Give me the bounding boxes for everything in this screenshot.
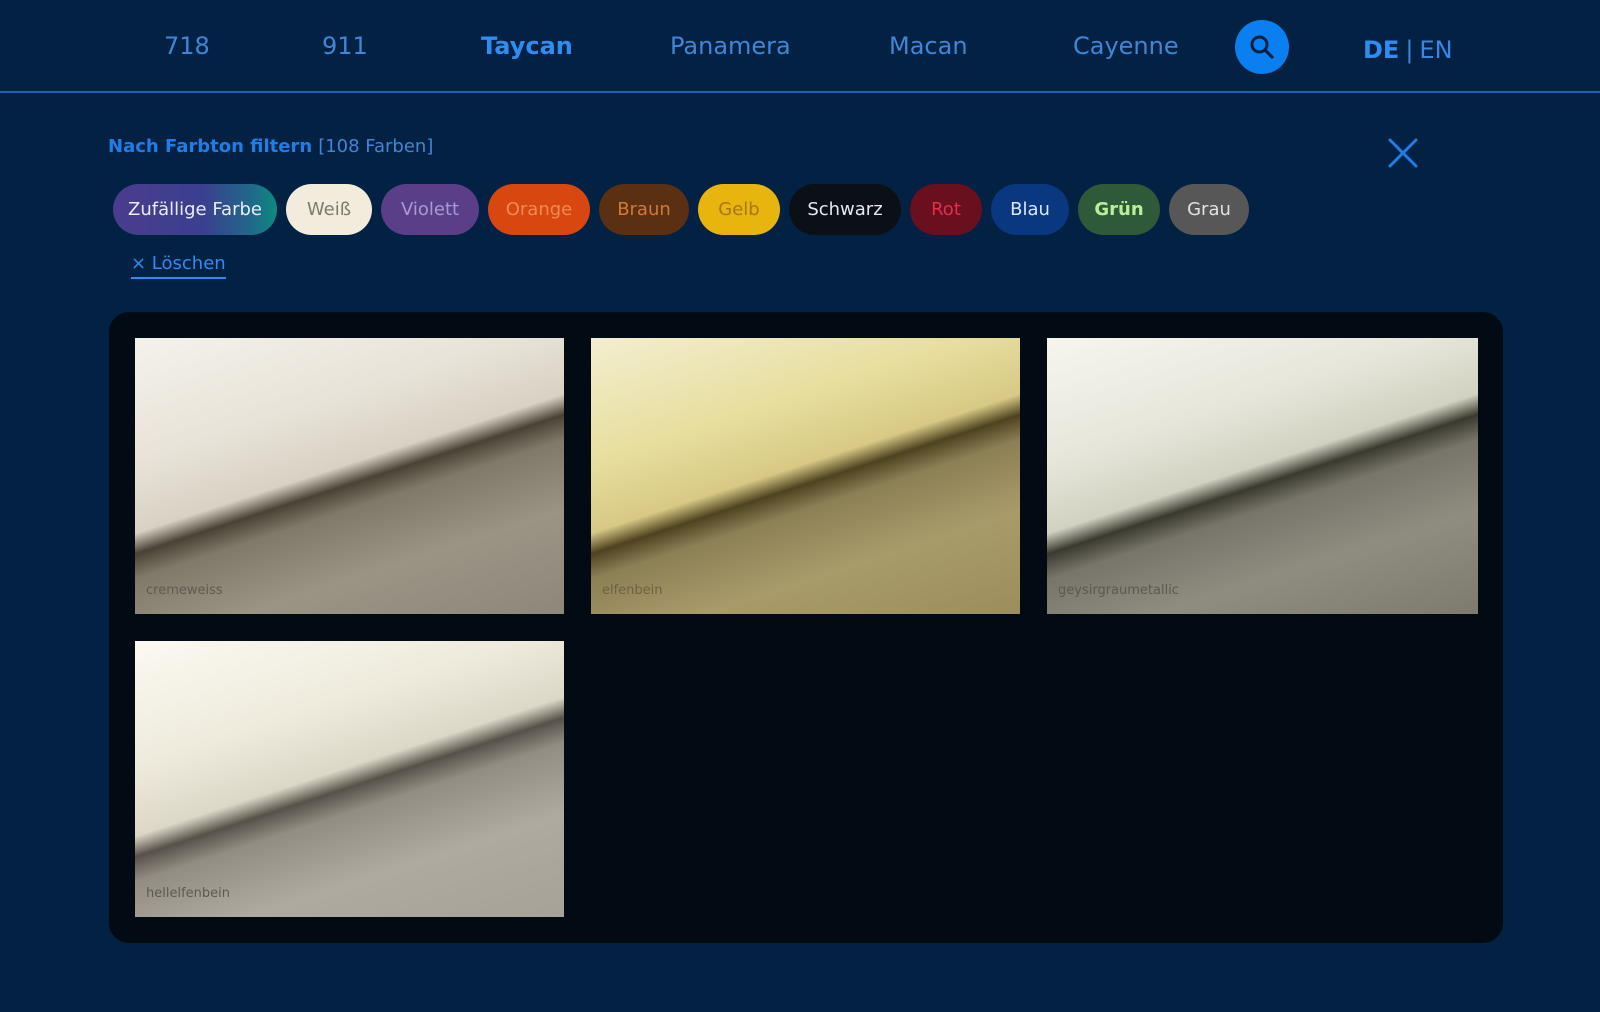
color-swatch-image	[1047, 338, 1478, 614]
chip-braun[interactable]: Braun	[599, 184, 689, 235]
color-swatch-card[interactable]: geysirgraumetallic	[1047, 338, 1478, 614]
color-swatch-label: geysirgraumetallic	[1058, 583, 1179, 598]
close-button[interactable]	[1385, 135, 1421, 171]
filter-title: Nach Farbton filtern [108 Farben]	[108, 134, 433, 160]
color-swatch-image	[135, 338, 564, 614]
nav-item-macan[interactable]: Macan	[889, 28, 968, 64]
chip-gelb[interactable]: Gelb	[698, 184, 780, 235]
color-swatch-label: elfenbein	[602, 583, 663, 598]
nav-item-911[interactable]: 911	[322, 28, 368, 64]
chip-grau[interactable]: Grau	[1169, 184, 1249, 235]
filter-title-label: Nach Farbton filtern	[108, 136, 313, 157]
top-navigation: 718 911 Taycan Panamera Macan Cayenne DE…	[0, 0, 1600, 93]
language-switcher: DE | EN	[1363, 32, 1453, 68]
results-panel: cremeweiss elfenbein geysirgraumetallic …	[109, 312, 1503, 943]
filter-color-count: [108 Farben]	[318, 136, 434, 157]
page: 718 911 Taycan Panamera Macan Cayenne DE…	[0, 0, 1600, 1012]
color-swatch-image	[135, 641, 564, 917]
lang-en[interactable]: EN	[1419, 36, 1452, 64]
chip-blau[interactable]: Blau	[991, 184, 1069, 235]
nav-item-cayenne[interactable]: Cayenne	[1073, 28, 1179, 64]
chip-violett[interactable]: Violett	[381, 184, 479, 235]
chip-schwarz[interactable]: Schwarz	[789, 184, 901, 235]
color-swatch-card[interactable]: elfenbein	[591, 338, 1020, 614]
chip-rot[interactable]: Rot	[910, 184, 982, 235]
chip-weiss[interactable]: Weiß	[286, 184, 372, 235]
chip-gruen[interactable]: Grün	[1078, 184, 1160, 235]
color-swatch-card[interactable]: cremeweiss	[135, 338, 564, 614]
nav-item-panamera[interactable]: Panamera	[670, 28, 791, 64]
nav-item-taycan[interactable]: Taycan	[481, 28, 573, 64]
lang-separator: |	[1405, 36, 1414, 64]
search-button[interactable]	[1235, 20, 1289, 74]
nav-item-718[interactable]: 718	[164, 28, 210, 64]
chip-random-color[interactable]: Zufällige Farbe	[113, 184, 277, 235]
lang-de[interactable]: DE	[1363, 36, 1399, 64]
color-swatch-card[interactable]: hellelfenbein	[135, 641, 564, 917]
color-swatch-label: hellelfenbein	[146, 886, 230, 901]
search-icon	[1250, 35, 1274, 59]
color-swatch-image	[591, 338, 1020, 614]
clear-filter-link[interactable]: × Löschen	[131, 251, 226, 279]
close-icon	[1388, 138, 1418, 168]
chip-orange[interactable]: Orange	[488, 184, 590, 235]
color-swatch-label: cremeweiss	[146, 583, 223, 598]
